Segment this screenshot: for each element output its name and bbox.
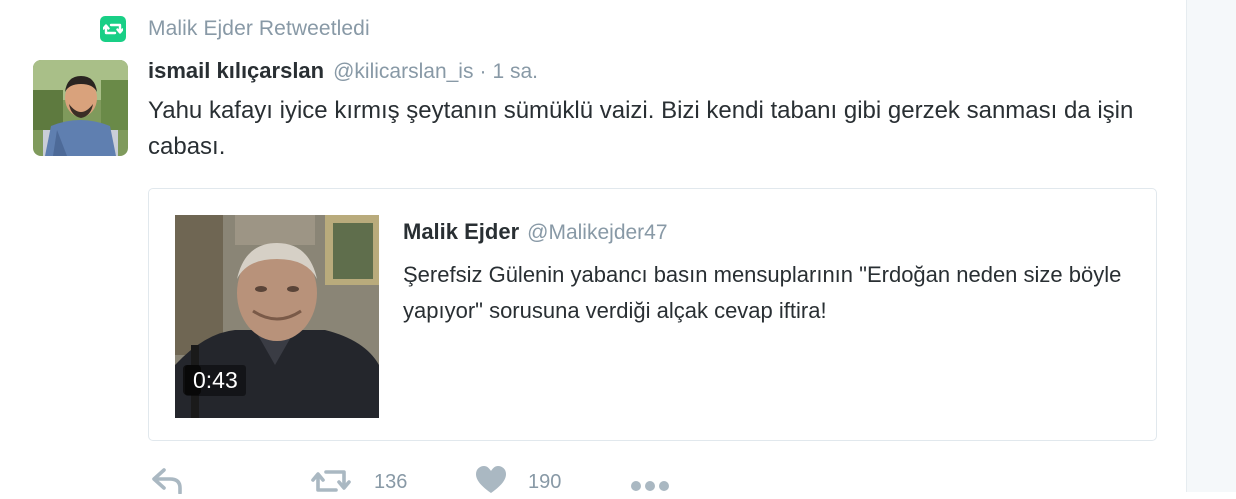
heart-icon bbox=[476, 466, 506, 499]
retweet-context-text[interactable]: Malik Ejder Retweetledi bbox=[148, 17, 370, 41]
reply-button[interactable] bbox=[150, 466, 184, 499]
more-icon bbox=[630, 466, 670, 499]
retweet-icon bbox=[310, 466, 352, 499]
retweet-icon bbox=[100, 16, 126, 42]
like-button[interactable]: 190 bbox=[476, 466, 561, 499]
quoted-author-username[interactable]: @Malikejder47 bbox=[527, 221, 667, 245]
right-gutter bbox=[1186, 0, 1236, 492]
video-thumbnail[interactable]: 0:43 bbox=[175, 215, 379, 418]
retweet-context: Malik Ejder Retweetledi bbox=[100, 16, 370, 42]
quoted-tweet-text: Şerefsiz Gülenin yabancı basın mensuplar… bbox=[403, 262, 1122, 323]
avatar[interactable] bbox=[33, 60, 128, 156]
retweet-count: 136 bbox=[374, 471, 408, 493]
like-count: 190 bbox=[528, 471, 562, 493]
author-fullname[interactable]: ismail kılıçarslan bbox=[148, 58, 324, 84]
tweet-timestamp[interactable]: 1 sa. bbox=[492, 60, 538, 84]
tweet-header: ismail kılıçarslan @kilicarslan_is · 1 s… bbox=[148, 58, 538, 84]
quoted-tweet-card[interactable]: 0:43 Malik Ejder @Malikejder47 Şerefsiz … bbox=[148, 188, 1157, 441]
more-button[interactable] bbox=[630, 466, 670, 499]
video-duration-badge: 0:43 bbox=[185, 365, 246, 396]
tweet-text: Yahu kafayı iyice kırmış şeytanın sümükl… bbox=[148, 97, 1134, 160]
quoted-author-fullname[interactable]: Malik Ejder bbox=[403, 219, 519, 245]
retweet-button[interactable]: 136 bbox=[310, 466, 407, 499]
author-username[interactable]: @kilicarslan_is bbox=[333, 60, 473, 84]
header-separator: · bbox=[479, 60, 487, 83]
quoted-header: Malik Ejder @Malikejder47 bbox=[403, 219, 668, 245]
reply-icon bbox=[150, 466, 184, 499]
